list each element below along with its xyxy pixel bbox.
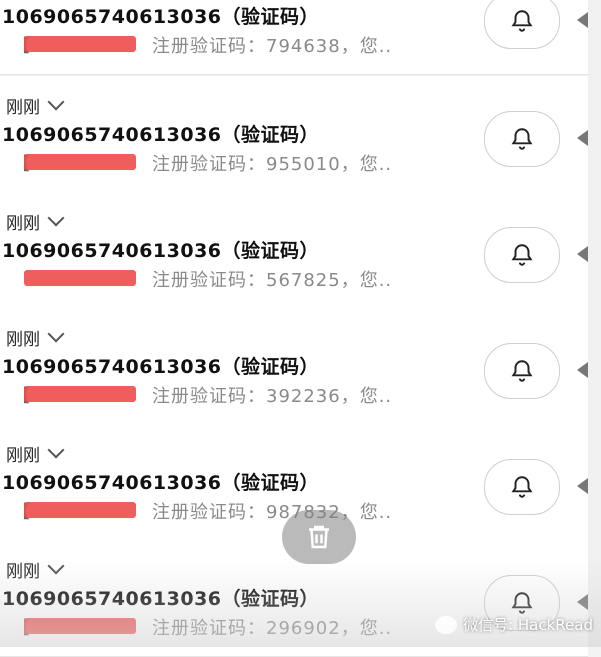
expand-arrow-icon[interactable] bbox=[577, 478, 588, 494]
chevron-down-icon bbox=[47, 93, 65, 111]
time-label: 刚刚 bbox=[6, 97, 40, 118]
message-preview: 注册验证码：567825，您.. bbox=[2, 264, 472, 294]
time-row[interactable]: 刚刚 bbox=[6, 441, 65, 466]
chevron-down-icon bbox=[47, 557, 65, 575]
bell-icon bbox=[511, 10, 533, 32]
sender-number: 1069065740613036（验证码） bbox=[2, 240, 320, 262]
expand-arrow-icon[interactable] bbox=[577, 362, 588, 378]
redacted-sender-name bbox=[24, 502, 136, 518]
preview-text: 注册验证码：392236，您.. bbox=[152, 386, 393, 407]
expand-arrow-icon[interactable] bbox=[577, 246, 588, 262]
chevron-down-icon bbox=[47, 325, 65, 343]
clear-all-button[interactable] bbox=[282, 510, 356, 564]
bell-icon bbox=[511, 128, 533, 150]
bell-button[interactable] bbox=[484, 227, 560, 283]
preview-text: 注册验证码：296902，您.. bbox=[152, 618, 393, 639]
preview-text: 注册验证码：567825，您.. bbox=[152, 270, 393, 291]
bell-icon bbox=[511, 360, 533, 382]
time-row[interactable]: 刚刚 bbox=[6, 557, 65, 582]
chevron-down-icon bbox=[47, 441, 65, 459]
wechat-watermark: 微信号: HackRead bbox=[435, 614, 593, 635]
sender-number: 1069065740613036（验证码） bbox=[2, 472, 320, 494]
sender-number: 1069065740613036（验证码） bbox=[2, 6, 320, 28]
message-preview: 【 注册验证码：987832，您.. bbox=[2, 496, 472, 526]
time-label: 刚刚 bbox=[6, 329, 40, 350]
watermark-text: 微信号: HackRead bbox=[463, 616, 593, 634]
redacted-sender-name bbox=[24, 154, 136, 170]
time-row[interactable]: 刚刚 bbox=[6, 93, 65, 118]
expand-arrow-icon[interactable] bbox=[577, 130, 588, 146]
scroll-rail bbox=[588, 0, 601, 647]
trash-icon bbox=[309, 525, 329, 549]
notification-card[interactable]: 刚刚 1069065740613036（验证码） 【 注册验证码：955010，… bbox=[0, 76, 588, 193]
bell-button[interactable] bbox=[484, 111, 560, 167]
redacted-sender-name bbox=[24, 270, 136, 286]
time-label: 刚刚 bbox=[6, 213, 40, 234]
bell-button[interactable] bbox=[484, 459, 560, 515]
message-preview: 【 注册验证码：794638，您.. bbox=[2, 30, 472, 60]
sender-number: 1069065740613036（验证码） bbox=[2, 124, 320, 146]
wechat-logo-icon bbox=[435, 615, 458, 634]
sender-number: 1069065740613036（验证码） bbox=[2, 588, 320, 610]
time-row[interactable]: 刚刚 bbox=[6, 325, 65, 350]
notification-card[interactable]: 刚刚 1069065740613036（验证码） 注册验证码：567825，您.… bbox=[0, 192, 588, 309]
preview-text: 注册验证码：794638，您.. bbox=[152, 36, 393, 57]
bell-icon bbox=[511, 476, 533, 498]
preview-text: 注册验证码：955010，您.. bbox=[152, 154, 393, 175]
expand-arrow-icon[interactable] bbox=[577, 594, 588, 610]
message-preview: 【 注册验证码：955010，您.. bbox=[2, 148, 472, 178]
redacted-sender-name bbox=[24, 618, 136, 634]
time-row[interactable]: 刚刚 bbox=[6, 209, 65, 234]
notification-card[interactable]: 刚刚 1069065740613036（验证码） 【 注册验证码：392236，… bbox=[0, 308, 588, 425]
bell-button[interactable] bbox=[484, 343, 560, 399]
preview-text: 注册验证码：987832，您.. bbox=[152, 502, 393, 523]
message-preview: 【 注册验证码：296902，您.. bbox=[2, 612, 472, 642]
time-label: 刚刚 bbox=[6, 561, 40, 582]
time-label: 刚刚 bbox=[6, 445, 40, 466]
bell-icon bbox=[511, 244, 533, 266]
sender-number: 1069065740613036（验证码） bbox=[2, 356, 320, 378]
expand-arrow-icon[interactable] bbox=[577, 12, 588, 28]
redacted-sender-name bbox=[24, 36, 136, 52]
chevron-down-icon bbox=[47, 209, 65, 227]
message-preview: 【 注册验证码：392236，您.. bbox=[2, 380, 472, 410]
bell-button[interactable] bbox=[484, 0, 560, 49]
notification-card[interactable]: 1069065740613036（验证码） 【 注册验证码：794638，您.. bbox=[0, 0, 588, 75]
bell-icon bbox=[511, 592, 533, 614]
redacted-sender-name bbox=[24, 386, 136, 402]
